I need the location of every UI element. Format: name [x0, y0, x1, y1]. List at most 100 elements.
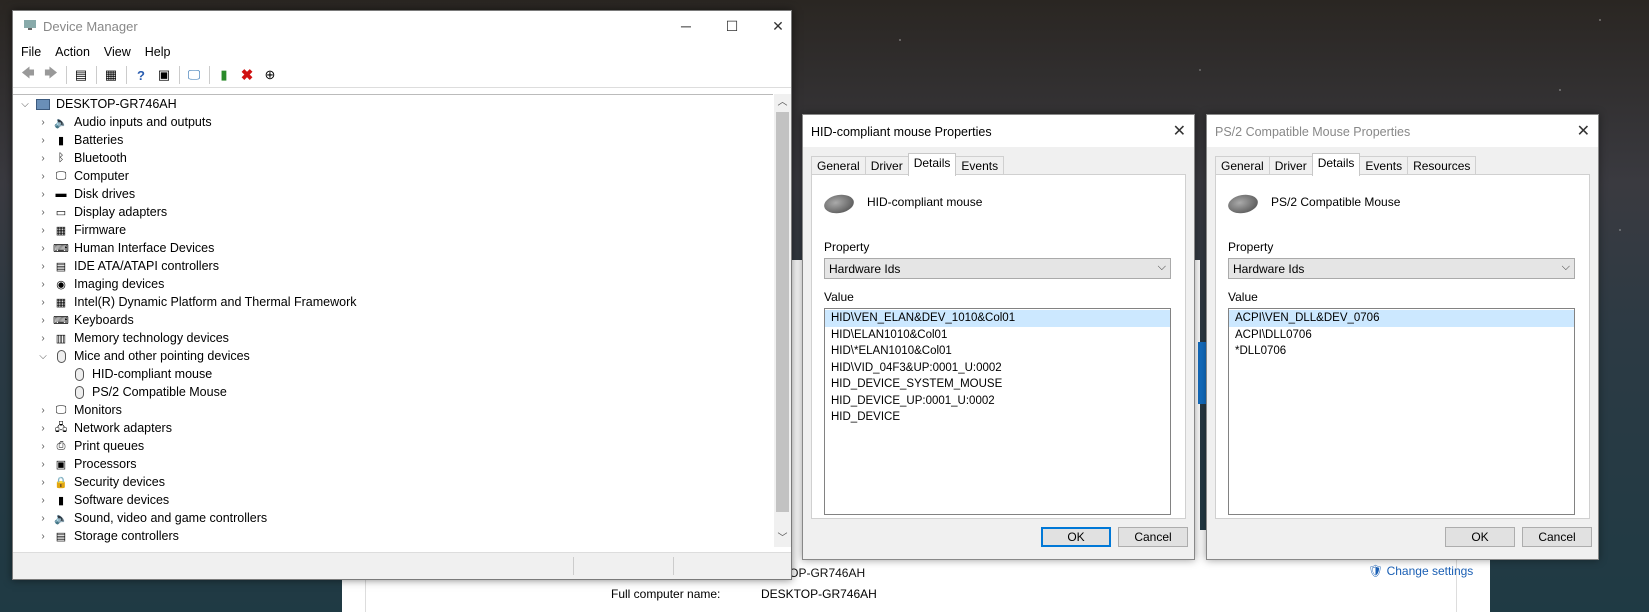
scan-hardware-icon[interactable]: 🖵	[183, 65, 205, 85]
list-item[interactable]: *DLL0706	[1229, 343, 1574, 360]
close-icon[interactable]: ✕	[1173, 121, 1186, 141]
chevron-right-icon[interactable]: ›	[37, 531, 49, 542]
tree-category[interactable]: › ▤ IDE ATA/ATAPI controllers	[13, 257, 773, 275]
tree-category[interactable]: › ▮ Software devices	[13, 491, 773, 509]
list-item[interactable]: HID\*ELAN1010&Col01	[825, 343, 1170, 360]
tree-category[interactable]: › ⌨ Keyboards	[13, 311, 773, 329]
menu-help[interactable]: Help	[145, 45, 171, 59]
tree-category[interactable]: › ◉ Imaging devices	[13, 275, 773, 293]
chevron-right-icon[interactable]: ›	[37, 495, 49, 506]
scroll-up-icon[interactable]: ︿	[774, 94, 791, 111]
chevron-right-icon[interactable]: ›	[37, 171, 49, 182]
chevron-right-icon[interactable]: ›	[37, 333, 49, 344]
property-select[interactable]: Hardware Ids ⌵	[824, 258, 1171, 279]
chevron-right-icon[interactable]: ›	[37, 513, 49, 524]
ok-button[interactable]: OK	[1445, 527, 1515, 547]
close-button[interactable]: ✕	[755, 11, 801, 41]
list-item[interactable]: HID\VEN_ELAN&DEV_1010&Col01	[825, 310, 1170, 327]
chevron-right-icon[interactable]: ›	[37, 297, 49, 308]
tab-general[interactable]: General	[1215, 156, 1270, 175]
tree-category[interactable]: › ▮ Batteries	[13, 131, 773, 149]
menu-view[interactable]: View	[104, 45, 131, 59]
chevron-right-icon[interactable]: ›	[37, 405, 49, 416]
cancel-button[interactable]: Cancel	[1118, 527, 1188, 547]
tree-category[interactable]: › 🔒 Security devices	[13, 473, 773, 491]
tree-device[interactable]: HID-compliant mouse	[13, 365, 773, 383]
tree-category[interactable]: › 🔈 Sound, video and game controllers	[13, 509, 773, 527]
chevron-right-icon[interactable]: ›	[37, 459, 49, 470]
scroll-thumb[interactable]	[776, 112, 789, 512]
tab-events[interactable]: Events	[1359, 156, 1409, 175]
menu-file[interactable]: File	[21, 45, 41, 59]
chevron-right-icon[interactable]: ›	[37, 135, 49, 146]
property-select[interactable]: Hardware Ids ⌵	[1228, 258, 1575, 279]
value-list[interactable]: HID\VEN_ELAN&DEV_1010&Col01 HID\ELAN1010&…	[824, 308, 1171, 515]
chevron-right-icon[interactable]: ›	[37, 117, 49, 128]
tree-category[interactable]: ›▯System devices	[13, 545, 773, 548]
tree-device[interactable]: PS/2 Compatible Mouse	[13, 383, 773, 401]
maximize-button[interactable]: ☐	[709, 11, 755, 41]
show-hide-tree-icon[interactable]: ▤	[70, 65, 92, 85]
tree-category[interactable]: › ▦ Intel(R) Dynamic Platform and Thermal …	[13, 293, 773, 311]
chevron-right-icon[interactable]: ›	[37, 477, 49, 488]
chevron-right-icon[interactable]: ›	[37, 153, 49, 164]
chevron-right-icon[interactable]: ›	[37, 225, 49, 236]
tab-resources[interactable]: Resources	[1407, 156, 1477, 175]
list-item[interactable]: ACPI\VEN_DLL&DEV_0706	[1229, 310, 1574, 327]
chevron-right-icon[interactable]: ›	[37, 441, 49, 452]
tree-category[interactable]: › ⎙ Print queues	[13, 437, 773, 455]
chevron-right-icon[interactable]: ›	[37, 207, 49, 218]
tree-category[interactable]: › ▬ Disk drives	[13, 185, 773, 203]
download-icon[interactable]: ⊕	[259, 65, 281, 85]
tree-category[interactable]: › 🔈 Audio inputs and outputs	[13, 113, 773, 131]
chevron-right-icon[interactable]: ›	[37, 243, 49, 254]
list-item[interactable]: HID\ELAN1010&Col01	[825, 327, 1170, 344]
chevron-right-icon[interactable]: ›	[37, 423, 49, 434]
tree-category[interactable]: › ⌨ Human Interface Devices	[13, 239, 773, 257]
ok-button[interactable]: OK	[1041, 527, 1111, 547]
tree-category[interactable]: › ▥ Memory technology devices	[13, 329, 773, 347]
update-driver-icon[interactable]: ▮	[213, 65, 235, 85]
back-icon[interactable]: 🡄	[17, 65, 39, 85]
vertical-scrollbar[interactable]: ︿ ﹀	[774, 94, 791, 547]
tree-category[interactable]: › ▭ Display adapters	[13, 203, 773, 221]
tree-category[interactable]: › 🖧 Network adapters	[13, 419, 773, 437]
tab-driver[interactable]: Driver	[1268, 156, 1313, 175]
tree-category[interactable]: ⌵ Mice and other pointing devices	[13, 347, 773, 365]
minimize-button[interactable]: ─	[663, 11, 709, 41]
list-item[interactable]: ACPI\DLL0706	[1229, 327, 1574, 344]
chevron-right-icon[interactable]: ›	[37, 261, 49, 272]
tree-category[interactable]: › 🖵 Monitors	[13, 401, 773, 419]
help-icon[interactable]: ?	[130, 65, 152, 85]
tree-category[interactable]: › ▣ Processors	[13, 455, 773, 473]
chevron-down-icon[interactable]: ⌵	[37, 351, 49, 362]
tab-driver[interactable]: Driver	[864, 156, 909, 175]
tab-details[interactable]: Details	[907, 153, 957, 176]
uninstall-icon[interactable]: ✖	[236, 65, 258, 85]
close-icon[interactable]: ✕	[1577, 121, 1590, 141]
menu-action[interactable]: Action	[55, 45, 90, 59]
forward-icon[interactable]: 🡆	[40, 65, 62, 85]
tree-category[interactable]: › ᛒ Bluetooth	[13, 149, 773, 167]
properties-icon[interactable]: ▦	[100, 65, 122, 85]
value-list[interactable]: ACPI\VEN_DLL&DEV_0706 ACPI\DLL0706 *DLL070…	[1228, 308, 1575, 515]
chevron-right-icon[interactable]: ›	[37, 279, 49, 290]
cancel-button[interactable]: Cancel	[1522, 527, 1592, 547]
tab-general[interactable]: General	[811, 156, 866, 175]
chevron-right-icon[interactable]: ›	[37, 315, 49, 326]
list-item[interactable]: HID\VID_04F3&UP:0001_U:0002	[825, 360, 1170, 377]
scroll-down-icon[interactable]: ﹀	[774, 530, 791, 547]
view-icon[interactable]: ▣	[153, 65, 175, 85]
list-item[interactable]: HID_DEVICE	[825, 409, 1170, 426]
list-item[interactable]: HID_DEVICE_SYSTEM_MOUSE	[825, 376, 1170, 393]
tab-events[interactable]: Events	[955, 156, 1005, 175]
chevron-right-icon[interactable]: ›	[37, 189, 49, 200]
tree-category[interactable]: › ▤ Storage controllers	[13, 527, 773, 545]
tree-category[interactable]: › 🖵 Computer	[13, 167, 773, 185]
tree-category[interactable]: › ▦ Firmware	[13, 221, 773, 239]
chevron-down-icon[interactable]: ⌵	[19, 99, 31, 110]
list-item[interactable]: HID_DEVICE_UP:0001_U:0002	[825, 393, 1170, 410]
change-settings-link[interactable]: 🛡 Change settings	[1368, 564, 1473, 578]
tab-details[interactable]: Details	[1311, 153, 1361, 176]
tree-root[interactable]: ⌵ DESKTOP-GR746AH	[13, 95, 773, 113]
